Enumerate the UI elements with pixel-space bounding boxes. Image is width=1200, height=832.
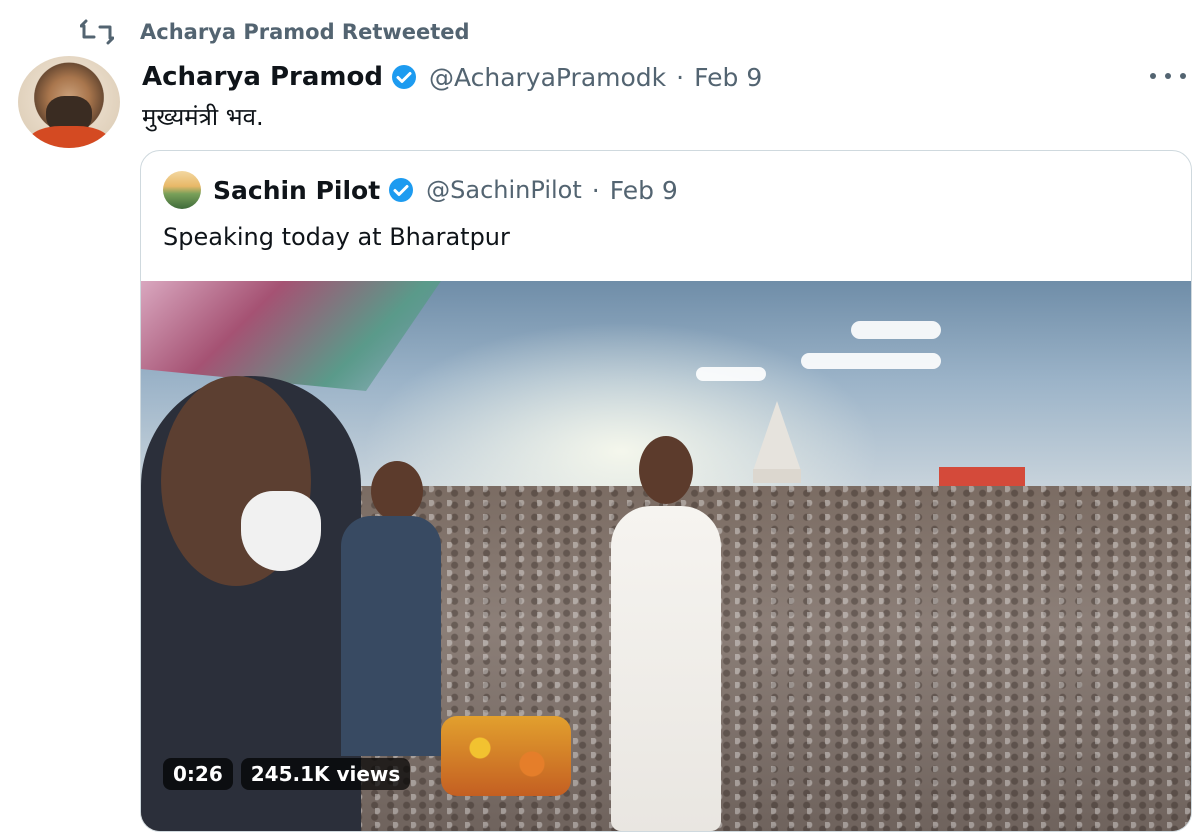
standing-person <box>341 516 441 756</box>
avatar-robe <box>28 126 110 148</box>
quoted-tweet-date[interactable]: Feb 9 <box>610 176 678 205</box>
separator-dot: · <box>676 62 685 92</box>
video-player[interactable]: 0:26 245.1K views <box>141 281 1191 831</box>
speaker-head <box>639 436 693 504</box>
retweet-icon <box>80 17 120 47</box>
author-display-name[interactable]: Acharya Pramod <box>142 62 383 92</box>
temple-base <box>753 469 801 483</box>
verified-badge-icon <box>391 64 417 90</box>
verified-badge-icon <box>388 177 414 203</box>
tweet-date[interactable]: Feb 9 <box>694 63 762 92</box>
author-handle[interactable]: @AcharyaPramodk <box>429 63 666 92</box>
tweet-text: मुख्यमंत्री भव. <box>142 103 264 131</box>
quoted-author-row: Sachin Pilot @SachinPilot · Feb 9 <box>163 171 678 209</box>
cloud <box>851 321 941 339</box>
more-dot <box>1165 73 1171 79</box>
temple-shape <box>753 401 801 471</box>
tweet-author-row: Acharya Pramod @AcharyaPramodk · Feb 9 <box>142 58 762 96</box>
cloud <box>696 367 766 381</box>
video-views: 245.1K views <box>240 758 411 790</box>
quoted-tweet-text: Speaking today at Bharatpur <box>163 223 510 251</box>
stage-canopy <box>141 281 441 391</box>
cloud <box>801 353 941 369</box>
video-timestamp: 0:26 <box>163 758 233 790</box>
face-mask <box>241 491 321 571</box>
separator-dot: · <box>591 175 600 205</box>
speaker <box>611 506 721 831</box>
standing-person-head <box>371 461 423 521</box>
quoted-author-handle[interactable]: @SachinPilot <box>426 176 582 204</box>
more-dot <box>1180 73 1186 79</box>
flower-decoration <box>441 716 571 796</box>
quoted-author-name[interactable]: Sachin Pilot <box>213 176 380 205</box>
author-avatar[interactable] <box>18 56 120 148</box>
retweet-context: Acharya Pramod Retweeted <box>80 16 470 48</box>
quoted-author-avatar[interactable] <box>163 171 201 209</box>
more-dot <box>1150 73 1156 79</box>
video-info: 0:26 245.1K views <box>163 756 411 792</box>
quoted-tweet-card[interactable]: Sachin Pilot @SachinPilot · Feb 9 Speaki… <box>140 150 1192 832</box>
retweet-label[interactable]: Acharya Pramod Retweeted <box>140 20 470 44</box>
more-options-button[interactable] <box>1150 64 1186 88</box>
